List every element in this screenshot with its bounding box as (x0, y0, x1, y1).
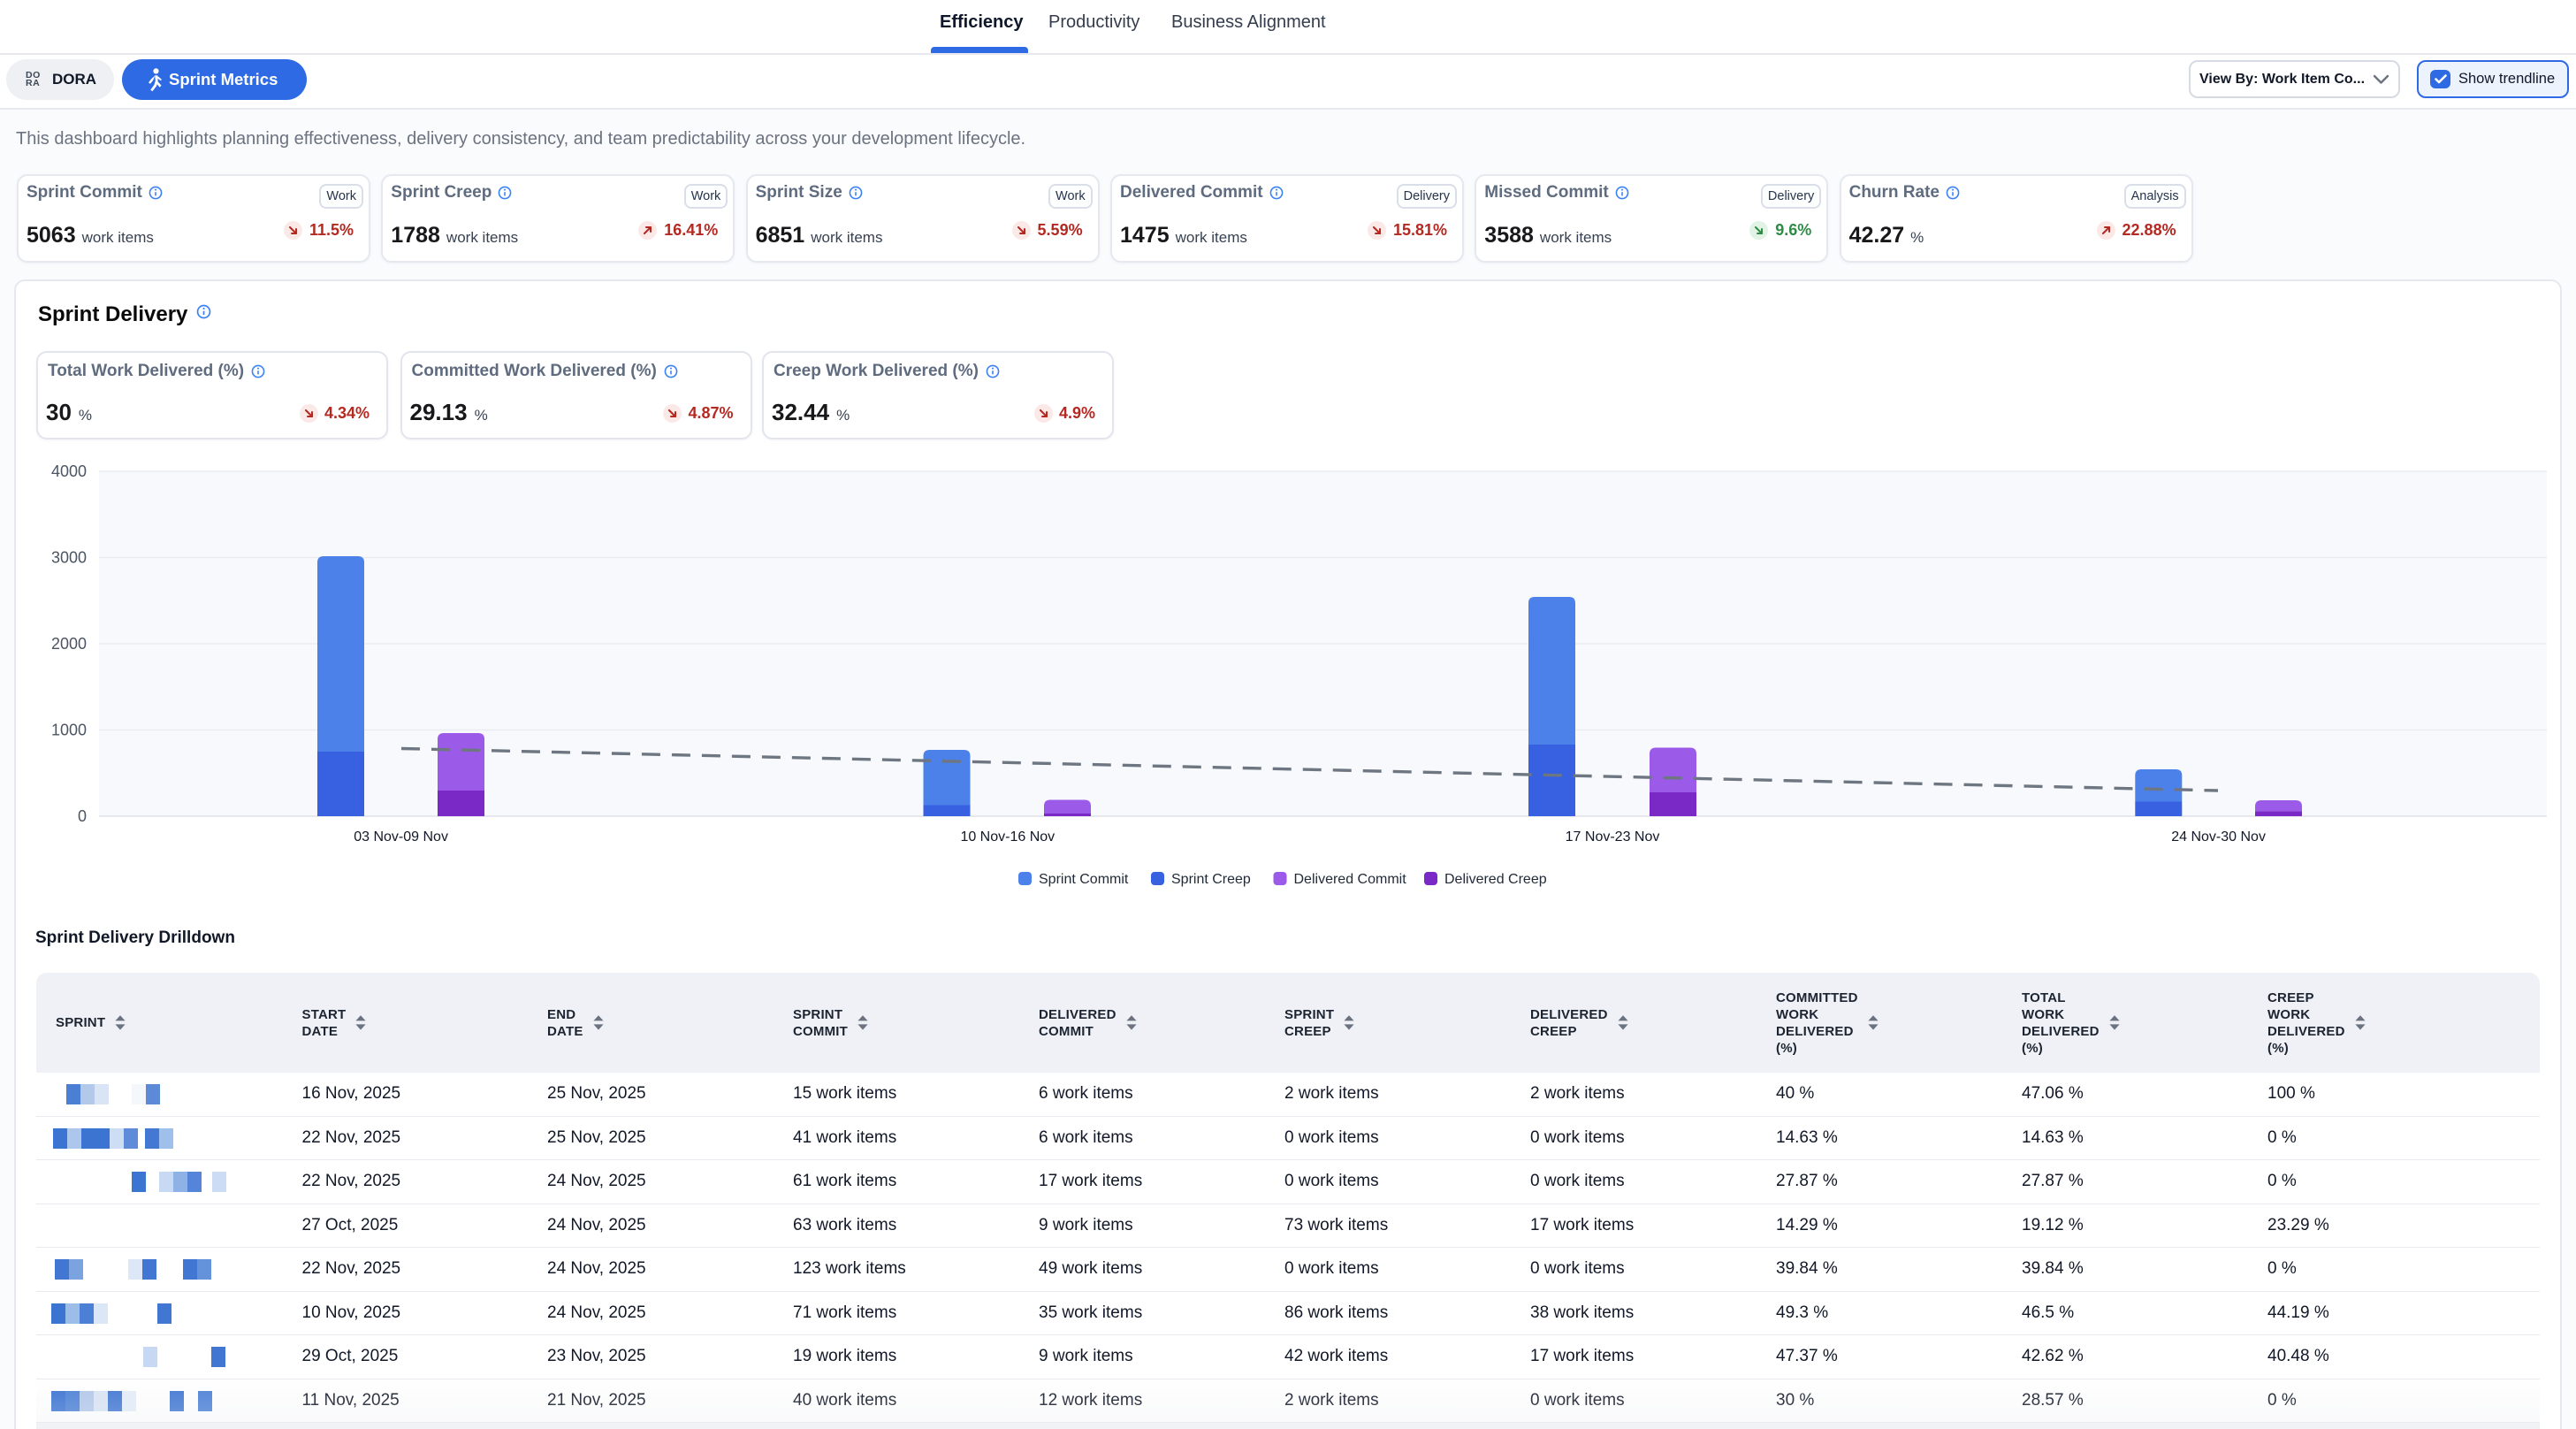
svg-text:3000: 3000 (51, 549, 87, 567)
svg-text:0: 0 (78, 807, 87, 825)
svg-text:Sprint Creep: Sprint Creep (1171, 872, 1251, 887)
svg-text:03 Nov-09 Nov: 03 Nov-09 Nov (354, 829, 448, 844)
svg-text:Delivered Creep: Delivered Creep (1444, 872, 1547, 887)
svg-text:Delivered Commit: Delivered Commit (1294, 872, 1407, 887)
svg-text:2000: 2000 (51, 635, 87, 653)
svg-text:17 Nov-23 Nov: 17 Nov-23 Nov (1566, 829, 1660, 844)
svg-text:24 Nov-30 Nov: 24 Nov-30 Nov (2171, 829, 2266, 844)
svg-text:1000: 1000 (51, 722, 87, 739)
svg-text:10 Nov-16 Nov: 10 Nov-16 Nov (960, 829, 1055, 844)
svg-text:4000: 4000 (51, 462, 87, 480)
svg-text:Sprint Commit: Sprint Commit (1039, 872, 1129, 887)
